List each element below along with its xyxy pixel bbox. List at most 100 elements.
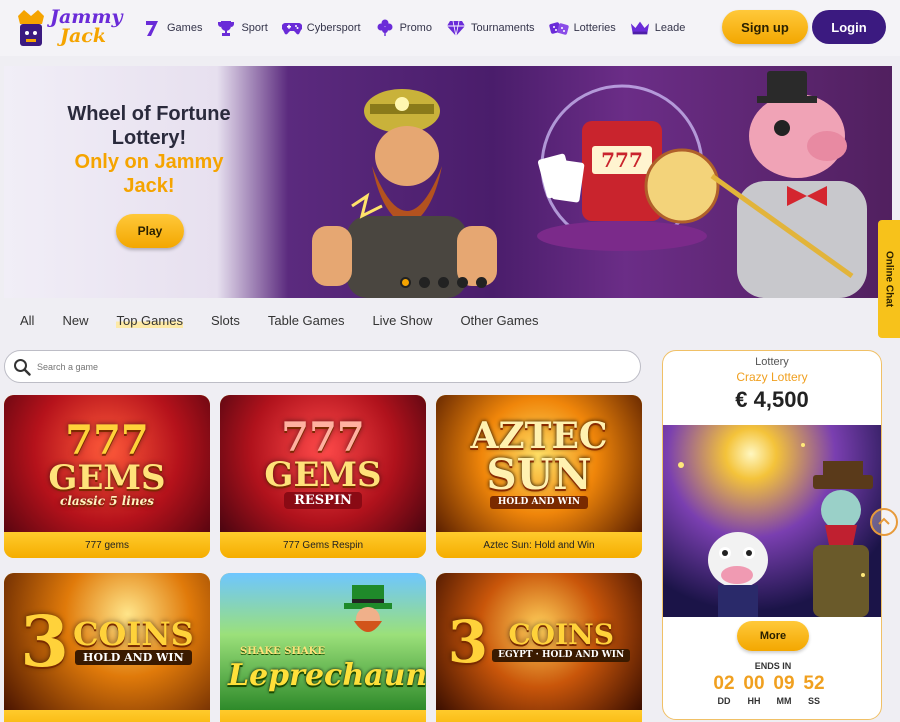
game-card[interactable]: SHAKE SHAKE Leprechaun [220, 573, 426, 722]
game-art-subtitle: GEMS [48, 457, 166, 498]
game-art-title: SHAKE SHAKE [240, 646, 325, 657]
nav-label-promo: Promo [399, 22, 432, 34]
tab-slots[interactable]: Slots [211, 313, 240, 328]
lottery-label: Lottery [755, 356, 789, 368]
nav-label-sport: Sport [241, 22, 268, 34]
countdown-minutes: 09 MM [769, 673, 799, 706]
game-thumbnail[interactable]: 777 GEMS classic 5 lines [4, 395, 210, 532]
chevron-up-icon [878, 517, 890, 525]
game-caption[interactable]: Aztec Sun: Hold and Win [436, 532, 642, 558]
scroll-up-button[interactable] [870, 508, 898, 536]
game-thumbnail[interactable]: 777 GEMS RESPIN [220, 395, 426, 532]
slide-dot[interactable] [476, 277, 487, 288]
online-chat-label: Online Chat [883, 250, 895, 308]
tab-other-games[interactable]: Other Games [460, 313, 538, 328]
countdown-seconds: 52 SS [799, 673, 829, 706]
lottery-ends-in-label: ENDS IN [754, 661, 792, 671]
tab-live-show[interactable]: Live Show [372, 313, 432, 328]
game-caption[interactable]: 777 Gems Respin [220, 532, 426, 558]
nav-label-tournaments: Tournaments [470, 22, 535, 34]
login-button[interactable]: Login [812, 10, 886, 44]
game-art-tagline: classic 5 lines [60, 493, 154, 508]
search-input[interactable] [37, 361, 597, 372]
game-art-subtitle: COINS [73, 615, 194, 653]
tab-all[interactable]: All [20, 313, 34, 328]
game-art-subtitle: COINS [508, 618, 614, 651]
countdown-unit: HH [747, 696, 761, 706]
slide-dot[interactable] [419, 277, 430, 288]
game-art-title: 777 [65, 416, 149, 464]
nav-label-games: Games [167, 22, 203, 34]
game-art-tagline: HOLD AND WIN [489, 496, 589, 509]
nav-item-tournaments[interactable]: Tournaments [446, 18, 535, 38]
crown-icon [630, 18, 650, 38]
nav-item-lotteries[interactable]: Lotteries [548, 18, 616, 38]
gamepad-icon [281, 18, 302, 38]
game-search-box[interactable] [4, 350, 641, 383]
signup-button[interactable]: Sign up [722, 10, 808, 44]
banner-slide-dots [400, 277, 487, 288]
slide-dot[interactable] [400, 277, 411, 288]
game-art-title: AZTEC [470, 415, 608, 457]
lottery-more-button[interactable]: More [737, 621, 809, 651]
game-caption[interactable] [436, 710, 642, 722]
game-card[interactable]: 3 COINS HOLD AND WIN [4, 573, 210, 722]
jammy-jack-logo[interactable]: Jammy Jack [14, 6, 132, 50]
game-card[interactable]: 777 GEMS RESPIN 777 Gems Respin [220, 395, 426, 558]
game-caption[interactable] [220, 710, 426, 722]
promo-banner[interactable]: Wheel of Fortune Lottery! Only on Jammy … [4, 66, 892, 298]
nav-item-games[interactable]: Games [142, 18, 202, 38]
game-thumbnail[interactable]: SHAKE SHAKE Leprechaun [220, 573, 426, 710]
game-thumbnail[interactable]: 3 COINS HOLD AND WIN [4, 573, 210, 710]
banner-headline: Wheel of Fortune Lottery! Only on Jammy … [4, 102, 294, 198]
game-art-subtitle: Leprechaun [228, 658, 426, 693]
banner-line-1: Wheel of Fortune [67, 103, 231, 125]
game-art-title: 3 [20, 599, 70, 683]
tab-table-games[interactable]: Table Games [268, 313, 345, 328]
clover-icon [375, 18, 395, 38]
game-art-tagline: HOLD AND WIN [75, 650, 192, 665]
diamond-icon [446, 18, 466, 38]
leprechaun-art-icon [344, 585, 392, 632]
nav-item-leaderboard[interactable]: Leade [630, 18, 685, 38]
nav-item-promo[interactable]: Promo [375, 18, 432, 38]
nav-item-sport[interactable]: Sport [216, 18, 268, 38]
nav-item-cybersport[interactable]: Cybersport [281, 18, 361, 38]
trophy-icon [216, 18, 236, 38]
slide-dot[interactable] [438, 277, 449, 288]
game-caption[interactable]: 777 gems [4, 532, 210, 558]
lottery-characters-art [678, 443, 873, 617]
game-card[interactable]: AZTEC SUN HOLD AND WIN Aztec Sun: Hold a… [436, 395, 642, 558]
dice-icon [548, 18, 569, 38]
svg-text:777: 777 [601, 148, 643, 172]
game-thumbnail[interactable]: 3 COINS EGYPT · HOLD AND WIN [436, 573, 642, 710]
slide-dot[interactable] [457, 277, 468, 288]
online-chat-button[interactable]: Online Chat [878, 220, 900, 338]
banner-line-2: Lottery! [111, 127, 187, 149]
game-caption[interactable] [4, 710, 210, 722]
countdown-unit: DD [717, 696, 731, 706]
game-card[interactable]: 777 GEMS classic 5 lines 777 gems [4, 395, 210, 558]
banner-play-button[interactable]: Play [116, 214, 184, 248]
top-header: Jammy Jack Games Sport Cybersport Promo … [0, 0, 900, 56]
game-thumbnail[interactable]: AZTEC SUN HOLD AND WIN [436, 395, 642, 532]
countdown-value: 09 [773, 673, 795, 694]
tab-new[interactable]: New [62, 313, 88, 328]
game-art-tagline: EGYPT · HOLD AND WIN [492, 649, 631, 662]
lottery-prize-amount: € 4,500 [735, 387, 809, 412]
logo-text: Jammy Jack [50, 8, 123, 46]
lottery-name[interactable]: Crazy Lottery [663, 370, 881, 384]
game-card[interactable]: 3 COINS EGYPT · HOLD AND WIN [436, 573, 642, 722]
seven-icon [142, 18, 162, 38]
countdown-value: 00 [743, 673, 765, 694]
nav-label-lotteries: Lotteries [573, 22, 616, 34]
game-art-tagline: RESPIN [284, 492, 362, 509]
lottery-artwork [663, 425, 881, 617]
main-nav: Games Sport Cybersport Promo Tournaments [142, 0, 699, 56]
game-art-title: 777 [281, 414, 365, 461]
logo-line-2: Jack [60, 25, 107, 47]
game-art-block: COINS HOLD AND WIN [73, 618, 194, 665]
tab-top-games[interactable]: Top Games [116, 312, 183, 328]
countdown-value: 02 [713, 673, 735, 694]
countdown-days: 02 DD [709, 673, 739, 706]
